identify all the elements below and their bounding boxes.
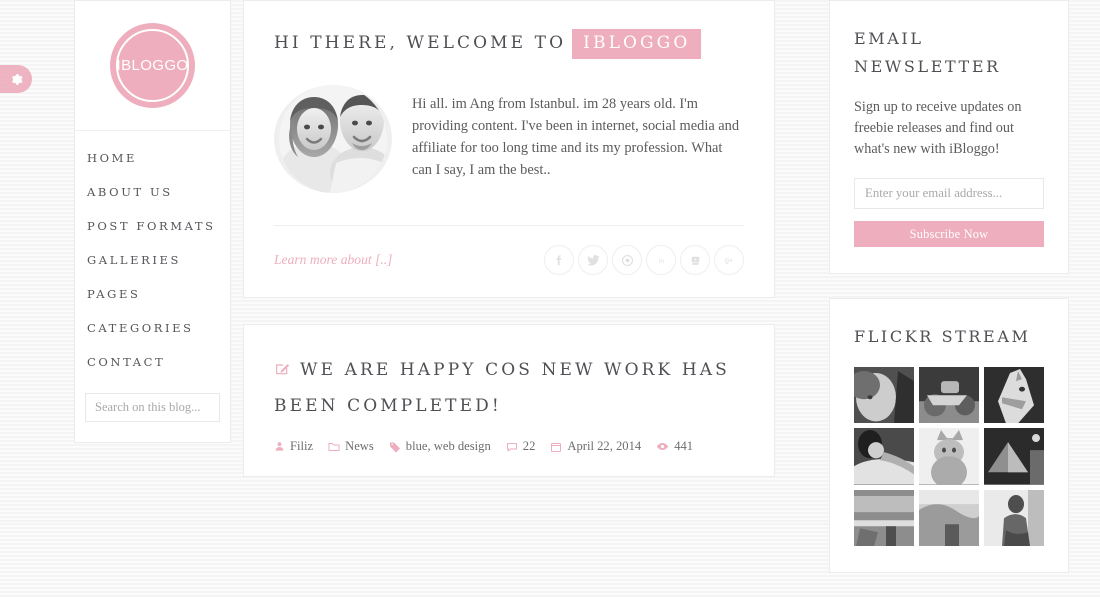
edit-pencil-icon [274, 355, 290, 389]
welcome-footer: Learn more about [..] in g+ [274, 245, 744, 275]
linkedin-icon[interactable]: in [646, 245, 676, 275]
site-logo[interactable]: IBLOGGO [75, 1, 230, 131]
meta-views: 441 [656, 439, 693, 454]
welcome-title: HI THERE, WELCOME TO IBLOGGO [274, 29, 744, 59]
subscribe-button[interactable]: Subscribe Now [854, 221, 1044, 247]
email-field[interactable] [854, 178, 1044, 209]
flickr-thumb-woman-resting[interactable] [854, 428, 914, 485]
flickr-thumb-louvre-pyramid[interactable] [984, 428, 1044, 485]
post-card: WE ARE HAPPY COS NEW WORK HAS BEEN COMPL… [243, 324, 775, 477]
welcome-title-plain: HI THERE, WELCOME TO [274, 33, 567, 53]
sidebar-item-post-formats[interactable]: POST FORMATS [75, 209, 230, 243]
welcome-card: HI THERE, WELCOME TO IBLOGGO Hi all. im … [243, 0, 775, 298]
welcome-title-highlight: IBLOGGO [572, 29, 702, 59]
meta-author[interactable]: Filiz [274, 439, 313, 454]
meta-date-text: April 22, 2014 [567, 439, 642, 453]
pinterest-icon[interactable] [612, 245, 642, 275]
svg-text:in: in [659, 258, 664, 265]
sidebar-item-pages[interactable]: PAGES [75, 277, 230, 311]
flickr-thumb-portrait-woman[interactable] [854, 367, 914, 424]
meta-comments-text: 22 [522, 439, 536, 453]
post-title-text: WE ARE HAPPY COS NEW WORK HAS BEEN COMPL… [274, 360, 730, 416]
logo-text: IBLOGGO [116, 57, 189, 74]
main-navigation: HOME ABOUT US POST FORMATS GALLERIES PAG… [75, 131, 230, 385]
flickr-thumb-horse-head[interactable] [984, 367, 1044, 424]
post-title: WE ARE HAPPY COS NEW WORK HAS BEEN COMPL… [274, 353, 744, 423]
sidebar-item-about-us[interactable]: ABOUT US [75, 175, 230, 209]
sidebar-search [75, 385, 230, 442]
meta-category[interactable]: News [328, 439, 374, 454]
flickr-widget: FLICKR STREAM [829, 298, 1069, 574]
welcome-divider [274, 225, 744, 226]
page-layout: IBLOGGO HOME ABOUT US POST FORMATS GALLE… [0, 0, 1100, 574]
sidebar-item-galleries[interactable]: GALLERIES [75, 243, 230, 277]
sidebar-item-categories[interactable]: CATEGORIES [75, 311, 230, 345]
flickr-thumb-cat[interactable] [919, 428, 979, 485]
svg-text:g+: g+ [725, 256, 733, 265]
meta-author-text: Filiz [290, 439, 314, 453]
newsletter-title: EMAIL NEWSLETTER [854, 29, 1001, 76]
flickr-thumb-blurred-scene[interactable] [919, 489, 979, 547]
right-sidebar-column: EMAIL NEWSLETTER Sign up to receive upda… [829, 0, 1069, 597]
main-content-column: HI THERE, WELCOME TO IBLOGGO Hi all. im … [243, 0, 775, 503]
avatar [274, 85, 392, 193]
sidebar-item-contact[interactable]: CONTACT [75, 345, 230, 379]
comment-icon [506, 442, 517, 451]
learn-more-link[interactable]: Learn more about [..] [274, 252, 392, 268]
twitter-icon[interactable] [578, 245, 608, 275]
sidebar-panel: IBLOGGO HOME ABOUT US POST FORMATS GALLE… [74, 0, 231, 443]
welcome-body: Hi all. im Ang from Istanbul. im 28 year… [274, 85, 744, 193]
social-links: in g+ [544, 245, 744, 275]
meta-tags-text: blue, web design [405, 439, 491, 453]
flickr-thumb-blue-machinery[interactable] [854, 489, 914, 547]
sidebar-item-home[interactable]: HOME [75, 141, 230, 175]
newsletter-text: Sign up to receive updates on freebie re… [854, 99, 1022, 157]
meta-category-text: News [345, 439, 374, 453]
flickr-grid [854, 367, 1044, 547]
meta-date: April 22, 2014 [550, 439, 641, 454]
welcome-text: Hi all. im Ang from Istanbul. im 28 year… [412, 96, 740, 178]
folder-icon [328, 442, 340, 451]
calendar-icon [551, 442, 562, 452]
avatar-photo [279, 85, 387, 193]
search-input[interactable] [85, 393, 220, 422]
newsletter-widget: EMAIL NEWSLETTER Sign up to receive upda… [829, 0, 1069, 274]
facebook-icon[interactable] [544, 245, 574, 275]
flickr-thumb-motorcycle[interactable] [919, 367, 979, 424]
meta-comments[interactable]: 22 [506, 439, 536, 454]
meta-tags[interactable]: blue, web design [389, 439, 491, 454]
user-icon [275, 442, 284, 451]
tag-icon [389, 442, 400, 452]
meta-views-text: 441 [674, 439, 694, 453]
post-meta: Filiz News blue, web design 22 April 22,… [274, 439, 744, 454]
logo-circle: IBLOGGO [110, 23, 195, 108]
youtube-icon[interactable] [680, 245, 710, 275]
flickr-title: FLICKR STREAM [854, 327, 1031, 346]
left-sidebar-column: IBLOGGO HOME ABOUT US POST FORMATS GALLE… [74, 0, 231, 443]
googleplus-icon[interactable]: g+ [714, 245, 744, 275]
eye-icon [657, 442, 669, 451]
flickr-thumb-seated-figure[interactable] [984, 489, 1044, 547]
